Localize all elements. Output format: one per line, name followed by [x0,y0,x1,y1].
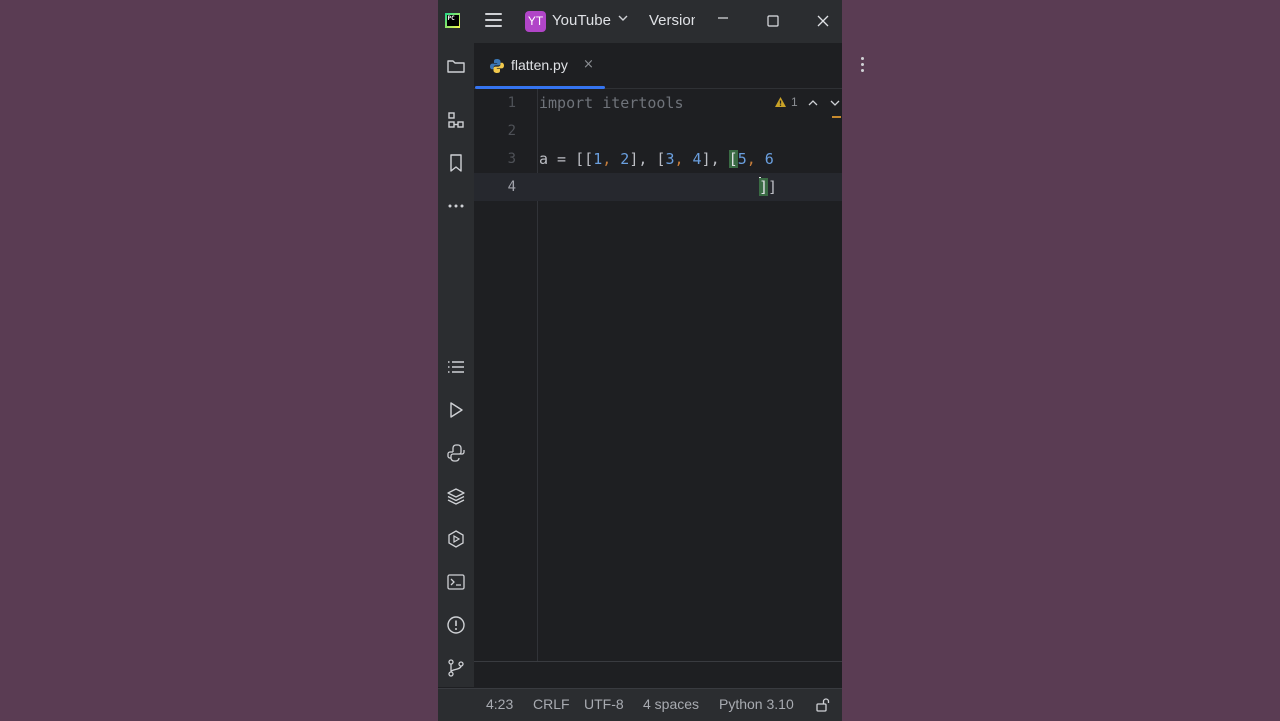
git-tool-button[interactable] [443,655,469,681]
kebab-dot [860,69,864,72]
services-tool-button[interactable] [443,526,469,552]
project-folder-icon [447,60,465,73]
bracket: ], [629,150,657,168]
structure-tool-button[interactable] [443,107,469,133]
code-line-current[interactable]: 4 ]] [474,173,842,201]
project-name[interactable]: YouTube [552,12,611,29]
tab-options-button[interactable] [858,57,866,75]
line-number: 2 [507,123,516,139]
code-text[interactable]: import itertools [539,89,684,117]
code-editor[interactable]: 1 import itertools 1 2 3 a = [[1, 2], [3… [474,89,842,661]
matched-bracket: ] [759,178,769,196]
close-icon [817,15,829,27]
problems-icon [447,616,465,634]
kebab-dot [860,63,864,66]
warning-icon [775,97,786,107]
more-tools-button[interactable] [443,193,469,219]
chevron-down-icon[interactable] [830,98,840,108]
pycharm-window: PC YT YouTube Version flatten.py × 1 imp… [438,0,864,721]
python-console-icon [447,444,465,462]
terminal-tool-button[interactable] [443,569,469,595]
maximize-button[interactable] [761,10,785,32]
vcs-widget[interactable]: Version [649,12,695,29]
todo-list-icon [448,361,464,373]
code-line[interactable]: 2 [474,117,842,145]
layers-icon [447,488,465,505]
maximize-icon [767,15,779,27]
tab-label: flatten.py [511,57,568,73]
tool-window-strip [438,43,474,687]
code-text[interactable]: a = [[1, 2], [3, 4], [5, 6 [539,145,774,173]
tab-close-button[interactable]: × [583,57,594,72]
hamburger-line [485,25,502,27]
number-literal: 2 [620,150,630,168]
problems-tool-button[interactable] [443,612,469,638]
bracket: [[ [575,150,594,168]
code-text[interactable]: ]] [759,173,777,201]
chevron-up-icon[interactable] [808,98,818,108]
terminal-icon [447,574,465,590]
minimize-icon [718,17,728,19]
todo-tool-button[interactable] [443,354,469,380]
status-bar: 4:23 CRLF UTF-8 4 spaces Python 3.10 [438,688,842,721]
bracket: ], [701,150,729,168]
comma: , [674,150,693,168]
hamburger-icon [485,13,502,15]
pycharm-logo-text: PC [446,15,459,26]
tab-flatten-py[interactable]: flatten.py × [475,43,605,89]
number-literal: 1 [593,150,603,168]
hamburger-line [485,19,502,21]
layers-tool-button[interactable] [443,483,469,509]
identifier: a = [539,150,576,168]
code-line[interactable]: 3 a = [[1, 2], [3, 4], [5, 6 [474,145,842,173]
project-badge[interactable]: YT [525,11,546,32]
python-interpreter[interactable]: Python 3.10 [719,696,794,712]
services-icon [448,530,464,548]
bookmarks-tool-button[interactable] [443,150,469,176]
main-menu-button[interactable] [485,13,502,28]
matched-bracket: [ [728,150,738,168]
indent-setting[interactable]: 4 spaces [643,696,699,712]
title-bar: PC YT YouTube Version [438,0,842,43]
caret-position[interactable]: 4:23 [486,696,513,712]
number-literal: 6 [764,150,774,168]
git-icon [448,659,464,677]
inspection-widget[interactable]: 1 [774,95,798,109]
warning-count: 1 [791,95,798,109]
more-icon [448,204,464,208]
comma: , [602,150,621,168]
bracket: ] [768,178,778,196]
line-number: 1 [507,95,516,111]
kebab-icon [860,57,864,60]
bookmarks-icon [450,154,462,172]
structure-icon [448,112,464,128]
chevron-down-icon[interactable] [618,13,628,23]
unlock-icon[interactable] [815,697,831,713]
close-window-button[interactable] [811,10,835,32]
editor-bottom-divider [474,661,842,662]
comma: , [746,150,765,168]
python-file-icon [490,59,504,73]
line-ending[interactable]: CRLF [533,696,570,712]
number-literal: 5 [737,150,747,168]
project-tool-button[interactable] [443,53,469,79]
number-literal: 4 [692,150,702,168]
pycharm-logo-icon: PC [445,13,460,28]
run-icon [450,402,463,418]
file-encoding[interactable]: UTF-8 [584,696,624,712]
editor-tab-bar: flatten.py × [474,43,864,89]
minimize-button[interactable] [711,10,735,32]
line-number: 3 [507,151,516,167]
python-console-tool-button[interactable] [443,440,469,466]
run-tool-button[interactable] [443,397,469,423]
line-number: 4 [507,179,516,195]
